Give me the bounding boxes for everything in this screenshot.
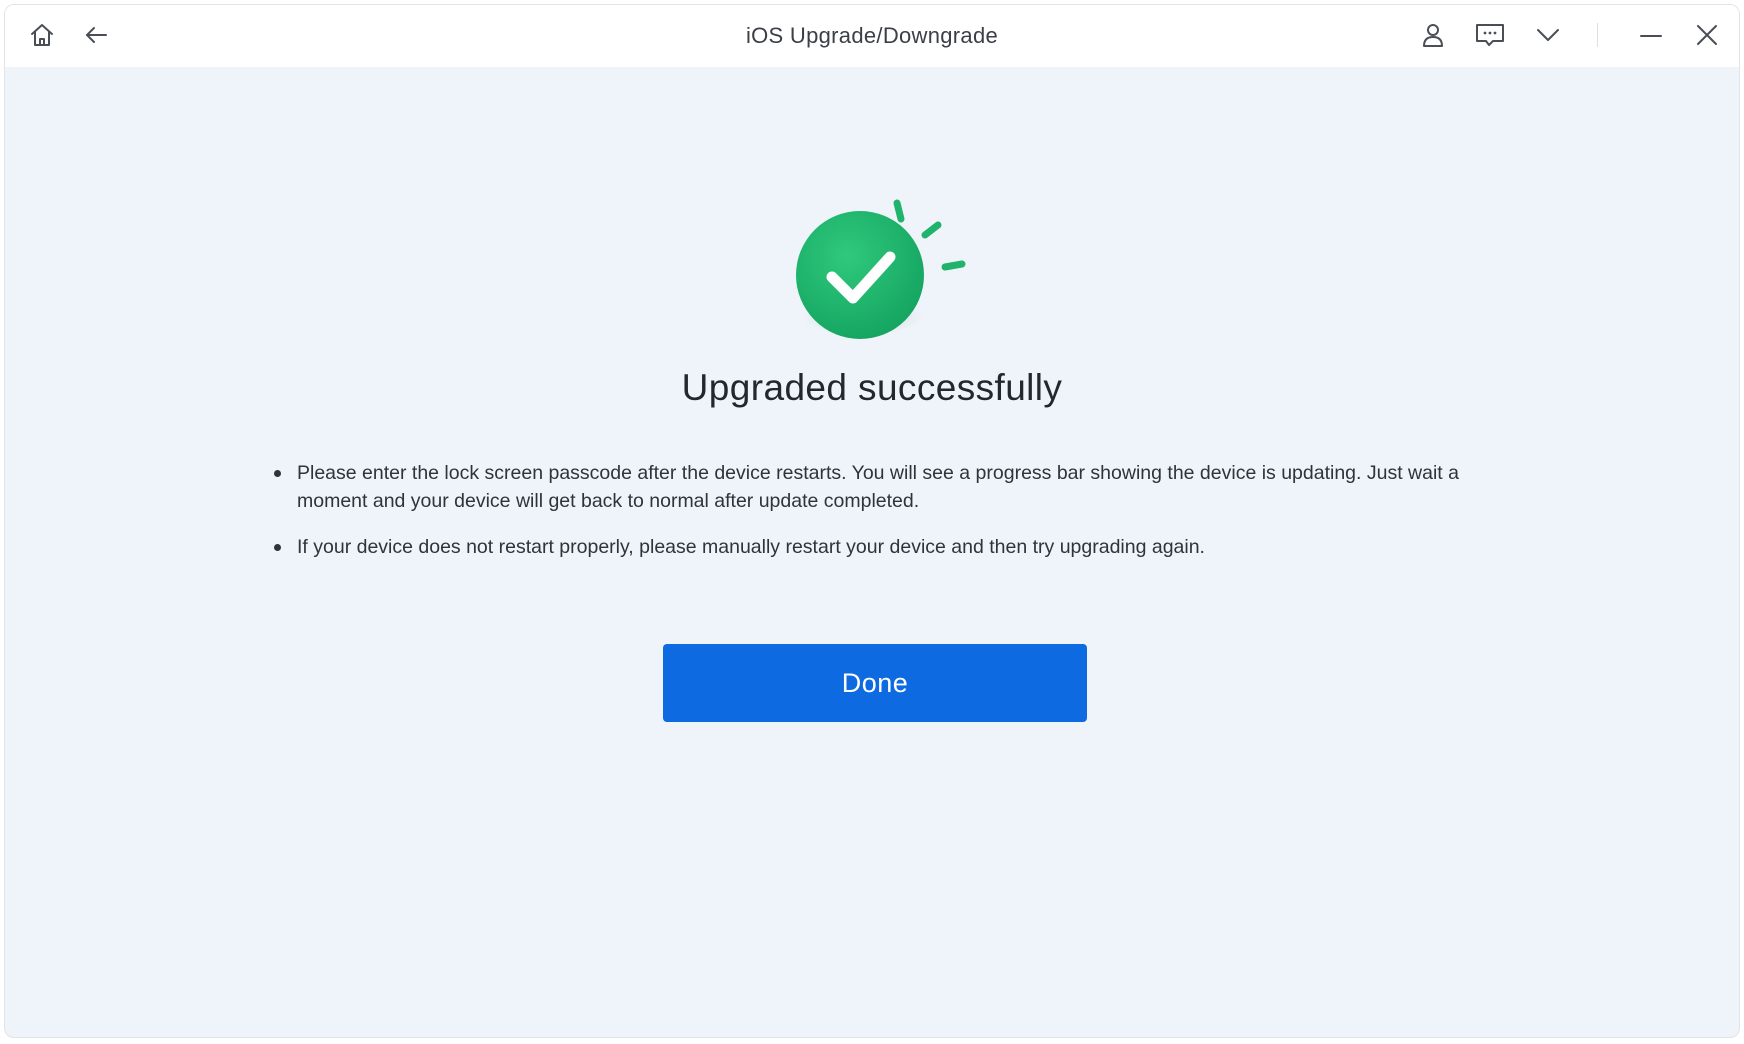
check-circle-icon [789, 167, 979, 357]
note-text: If your device does not restart properly… [297, 536, 1205, 558]
bullet-icon [274, 470, 281, 477]
bullet-icon [274, 544, 281, 551]
feedback-icon[interactable] [1473, 18, 1507, 52]
list-item: If your device does not restart properly… [271, 533, 1491, 561]
back-arrow-icon[interactable] [79, 18, 113, 52]
user-icon[interactable] [1416, 18, 1450, 52]
minimize-icon[interactable] [1634, 18, 1668, 52]
title-bar: iOS Upgrade/Downgrade [5, 5, 1739, 67]
titlebar-divider [1597, 23, 1598, 47]
result-notes-list: Please enter the lock screen passcode af… [271, 459, 1491, 579]
done-button[interactable]: Done [663, 644, 1087, 722]
result-headline: Upgraded successfully [681, 367, 1063, 408]
result-panel: Upgraded successfully Please enter the l… [5, 67, 1739, 1037]
home-icon[interactable] [25, 18, 59, 52]
app-window: iOS Upgrade/Downgrade Upgraded successfu… [4, 4, 1740, 1038]
list-item: Please enter the lock screen passcode af… [271, 459, 1491, 515]
note-text: Please enter the lock screen passcode af… [297, 462, 1459, 512]
chevron-down-icon[interactable] [1531, 18, 1565, 52]
close-icon[interactable] [1690, 18, 1724, 52]
